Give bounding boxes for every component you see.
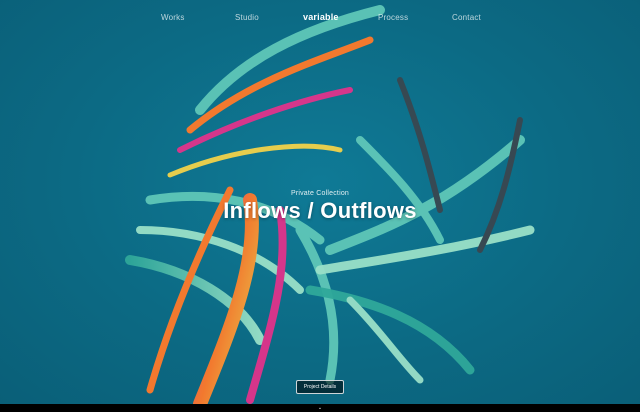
chevron-down-icon[interactable]: ⌄ [316,405,324,411]
project-details-button[interactable]: Project Details [296,380,344,394]
nav-item-process[interactable]: Process [378,13,408,22]
project-eyebrow: Private Collection [290,190,350,197]
hero-background: Works Studio variable Process Contact Pr… [0,0,640,404]
nav-item-contact[interactable]: Contact [452,13,481,22]
site-logo[interactable]: variable [303,12,339,22]
nav-item-works[interactable]: Works [161,13,185,22]
main-nav: Works Studio variable Process Contact [0,12,640,27]
nav-item-studio[interactable]: Studio [235,13,259,22]
bottom-bar: ⌄ [0,404,640,412]
project-title: Inflows / Outflows [223,198,417,223]
